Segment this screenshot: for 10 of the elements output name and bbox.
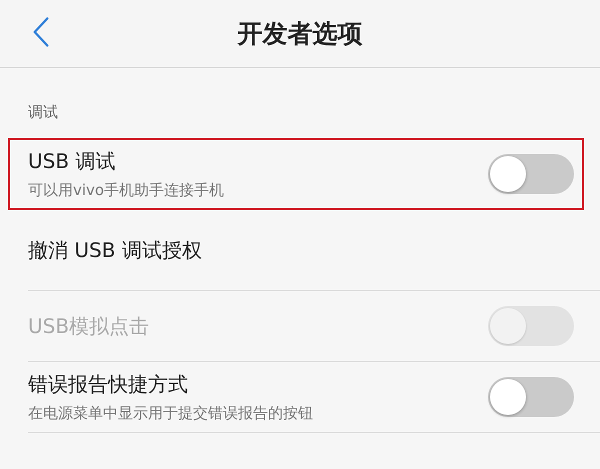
section-title: 调试 bbox=[27, 102, 59, 123]
setting-description: 在电源菜单中显示用于提交错误报告的按钮 bbox=[28, 404, 313, 423]
setting-description: 可以用vivo手机助手连接手机 bbox=[28, 181, 224, 200]
setting-title[interactable]: USB 调试 bbox=[28, 148, 224, 175]
page-title: 开发者选项 bbox=[238, 18, 362, 50]
toggle-switch[interactable] bbox=[488, 377, 574, 417]
toggle-switch[interactable] bbox=[488, 154, 574, 194]
back-icon[interactable] bbox=[32, 16, 50, 48]
setting-title[interactable]: 错误报告快捷方式 bbox=[28, 371, 313, 398]
setting-title[interactable]: 撤消 USB 调试授权 bbox=[28, 236, 202, 264]
